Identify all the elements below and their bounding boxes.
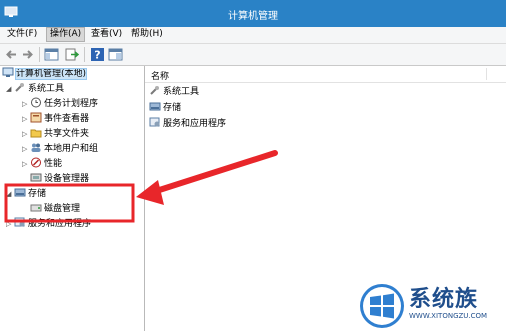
collapsed-arrow-icon[interactable]: ▷	[22, 112, 30, 126]
watermark-url: WWW.XITONGZU.COM	[409, 312, 488, 320]
collapsed-arrow-icon[interactable]: ▷	[6, 217, 14, 231]
column-separator[interactable]	[486, 68, 487, 80]
system-tools-icon	[15, 83, 24, 92]
export-icon[interactable]	[64, 47, 79, 62]
properties-icon[interactable]	[108, 47, 123, 62]
watermark-name: 系统族	[409, 287, 479, 312]
clock-icon	[31, 97, 41, 108]
column-header-name[interactable]: 名称	[145, 66, 506, 83]
collapsed-arrow-icon[interactable]: ▷	[22, 97, 30, 111]
menu-view[interactable]: 查看(V)	[88, 28, 125, 41]
list-item-services-apps[interactable]: 服务和应用程序	[149, 117, 226, 131]
collapsed-arrow-icon[interactable]: ▷	[22, 157, 30, 171]
title-bar: 计算机管理	[0, 0, 506, 27]
back-arrow-icon[interactable]	[4, 47, 19, 62]
tree-item-local-users[interactable]: ▷ 本地用户和组	[22, 142, 98, 156]
windows-logo-icon	[360, 284, 404, 328]
tree-item-services-apps[interactable]: ▷ 服务和应用程序	[6, 217, 91, 231]
menu-file[interactable]: 文件(F)	[4, 28, 40, 41]
list-item-system-tools[interactable]: 系统工具	[149, 85, 199, 99]
performance-icon	[31, 157, 41, 168]
menu-action[interactable]: 操作(A)	[46, 27, 86, 42]
window-title: 计算机管理	[228, 11, 278, 22]
shared-folder-icon	[30, 129, 42, 138]
tree-item-task-scheduler[interactable]: ▷ 任务计划程序	[22, 97, 98, 111]
event-viewer-icon	[30, 112, 42, 123]
watermark-logo: 系统族 WWW.XITONGZU.COM	[355, 281, 506, 331]
tree-item-storage[interactable]: ◢ 存储	[6, 187, 46, 201]
collapsed-arrow-icon[interactable]: ▷	[22, 142, 30, 156]
device-manager-icon	[30, 173, 42, 182]
svg-text:?: ?	[94, 49, 100, 62]
system-tools-icon	[150, 86, 159, 95]
toolbar: ?	[0, 44, 506, 66]
toolbar-separator	[84, 47, 85, 62]
users-icon	[31, 143, 41, 152]
expanded-arrow-icon[interactable]: ◢	[6, 82, 14, 96]
tree-item-computer-management[interactable]: 计算机管理(本地)	[2, 67, 88, 81]
tree-item-disk-management[interactable]: 磁盘管理	[30, 202, 80, 216]
tree-item-system-tools[interactable]: ◢ 系统工具	[6, 82, 64, 96]
services-icon	[149, 117, 160, 127]
console-tree-icon[interactable]	[44, 47, 59, 62]
tree-item-performance[interactable]: ▷ 性能	[22, 157, 62, 171]
help-icon[interactable]: ?	[90, 47, 105, 62]
expanded-arrow-icon[interactable]: ◢	[6, 187, 14, 201]
forward-arrow-icon[interactable]	[20, 47, 35, 62]
list-item-storage[interactable]: 存储	[149, 101, 181, 115]
tree-item-device-manager[interactable]: 设备管理器	[30, 172, 89, 186]
tree-item-shared-folders[interactable]: ▷ 共享文件夹	[22, 127, 89, 141]
menu-help[interactable]: 帮助(H)	[128, 28, 166, 41]
storage-icon	[14, 188, 26, 197]
menu-bar: 文件(F) 操作(A) 查看(V) 帮助(H)	[0, 27, 506, 44]
collapsed-arrow-icon[interactable]: ▷	[22, 127, 30, 141]
storage-icon	[149, 102, 161, 111]
services-icon	[14, 217, 25, 227]
disk-management-icon	[30, 204, 42, 212]
console-tree: 计算机管理(本地) ◢ 系统工具 ▷ 任务计划程序 ▷ 事件查看器 ▷ 共享文件…	[0, 66, 145, 331]
computer-management-icon	[2, 67, 14, 77]
toolbar-separator	[39, 47, 40, 62]
tree-item-event-viewer[interactable]: ▷ 事件查看器	[22, 112, 89, 126]
